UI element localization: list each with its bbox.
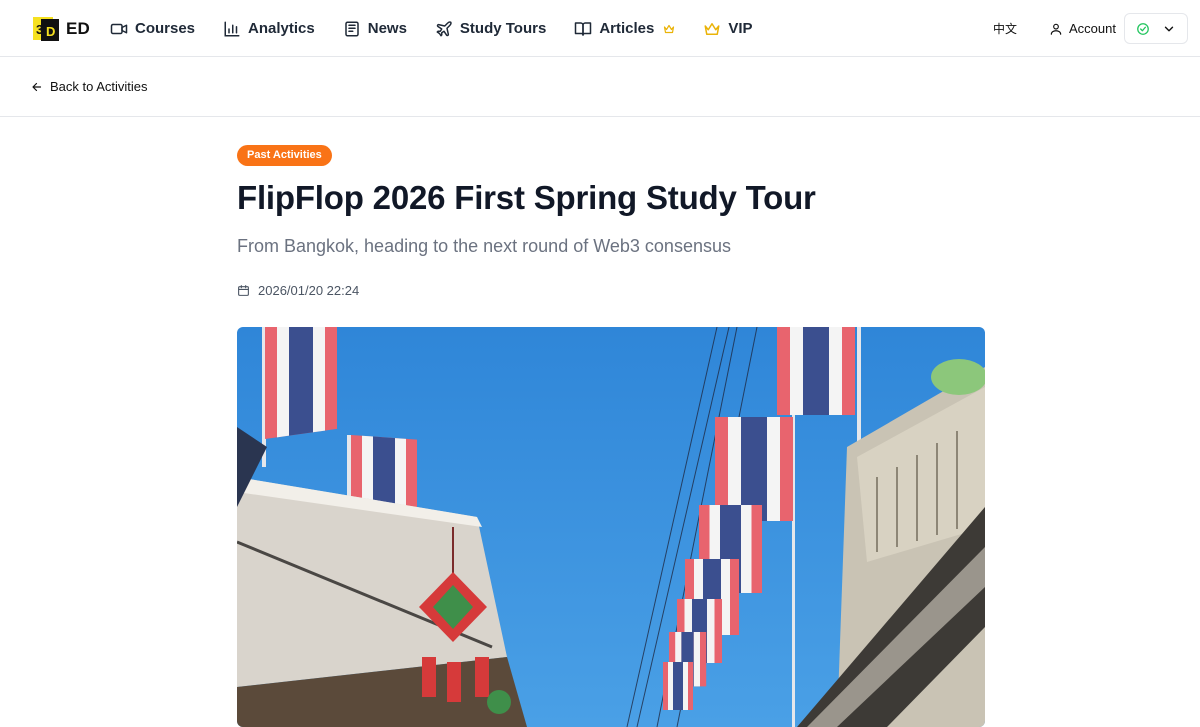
status-badge: Past Activities (237, 145, 332, 166)
top-navigation: 3 D ED Courses Analytics News Study Tour… (0, 0, 1200, 57)
page-title: FlipFlop 2026 First Spring Study Tour (237, 179, 816, 216)
nav-label: Study Tours (459, 20, 547, 37)
plane-icon (436, 20, 452, 36)
back-link-label: Back to Activities (50, 79, 148, 94)
publish-date-text: 2026/01/20 22:24 (258, 283, 360, 298)
arrow-left-icon (32, 82, 42, 91)
crown-icon (704, 22, 720, 35)
nav-item-study-tours[interactable]: Study Tours (435, 20, 546, 38)
svg-text:3: 3 (36, 22, 43, 37)
publish-date: 2026/01/20 22:24 (237, 283, 359, 298)
user-icon (1050, 23, 1062, 35)
nav-item-courses[interactable]: Courses (110, 20, 195, 38)
svg-text:D: D (46, 24, 55, 39)
newspaper-icon (344, 21, 359, 36)
page-subtitle: From Bangkok, heading to the next round … (237, 236, 731, 256)
chevron-down-icon (1164, 26, 1174, 31)
account-button[interactable]: Account (1049, 21, 1116, 36)
hero-photo-illustration (237, 327, 985, 727)
hero-image (237, 327, 985, 727)
crown-badge-icon (664, 24, 675, 33)
logo-text: ED (66, 18, 91, 38)
nav-item-articles[interactable]: Articles (574, 20, 675, 38)
nav-label: Courses (135, 20, 196, 37)
nav-label: Analytics (248, 20, 315, 37)
check-circle-icon (1137, 22, 1149, 35)
nav-label: Articles (599, 20, 655, 37)
nav-item-vip[interactable]: VIP (703, 20, 753, 38)
site-logo[interactable]: 3 D ED (33, 15, 90, 42)
nav-label: News (367, 20, 407, 37)
nav-label: VIP (728, 20, 753, 37)
language-switch[interactable]: 中文 (993, 20, 1017, 37)
nav-item-news[interactable]: News (343, 20, 407, 38)
nav-item-analytics[interactable]: Analytics (223, 20, 315, 38)
status-dropdown[interactable] (1124, 13, 1188, 44)
video-icon (110, 23, 128, 34)
logo-mark-icon: 3 D (33, 17, 59, 41)
back-bar: Back to Activities (0, 57, 1200, 117)
bar-chart-icon (224, 21, 240, 36)
book-open-icon (575, 21, 592, 36)
nav-right: 中文 Account (993, 13, 1188, 44)
account-label: Account (1069, 21, 1116, 36)
nav-links: Courses Analytics News Study Tours Artic… (110, 0, 781, 57)
calendar-icon (238, 285, 249, 296)
back-to-activities-link[interactable]: Back to Activities (31, 79, 148, 94)
